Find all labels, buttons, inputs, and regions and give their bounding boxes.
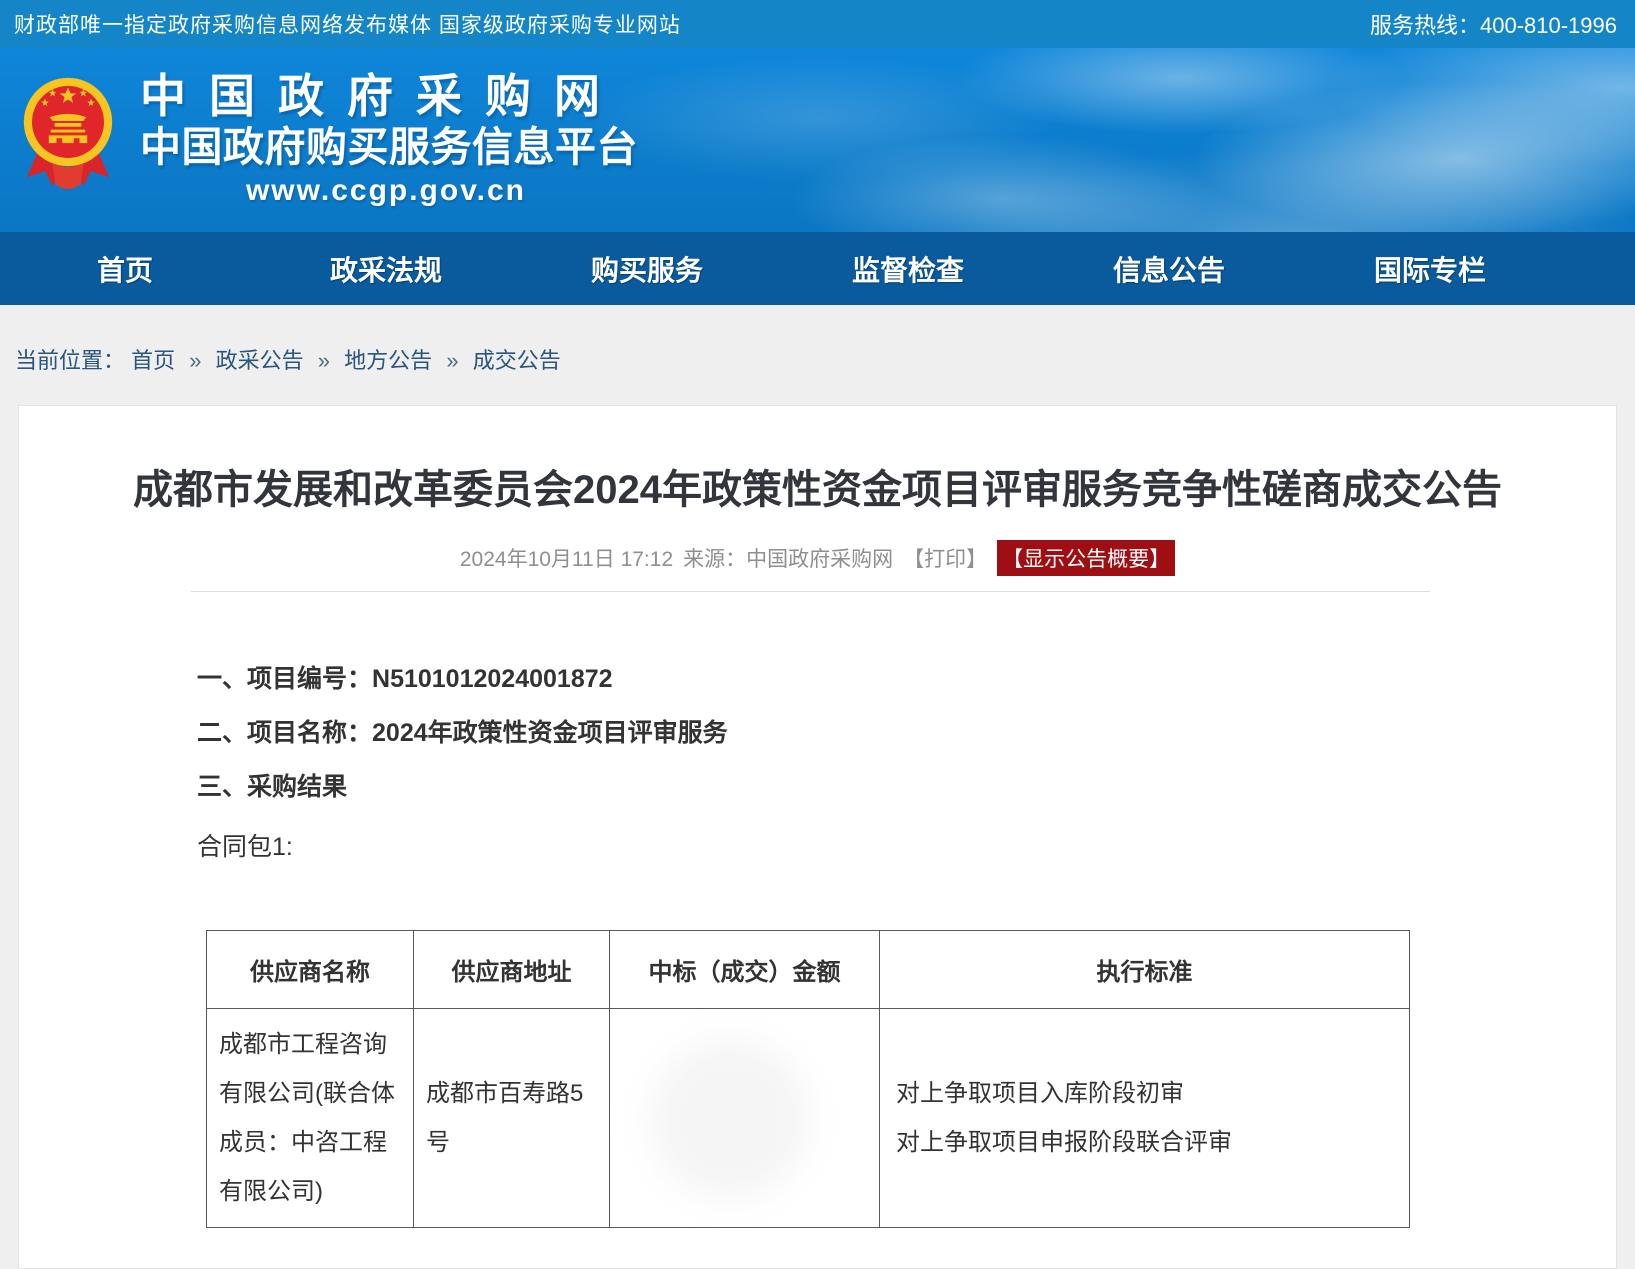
nav-item-home[interactable]: 首页 bbox=[68, 249, 182, 289]
project-name-value: 2024年政策性资金项目评审服务 bbox=[372, 719, 728, 747]
standard-line-1: 对上争取项目入库阶段初审 bbox=[896, 1069, 1393, 1118]
national-emblem-icon bbox=[20, 70, 116, 197]
header-text-block: 中国政府采购网 中国政府购买服务信息平台 www.ccgp.gov.cn bbox=[140, 70, 638, 208]
site-slogan: 财政部唯一指定政府采购信息网络发布媒体 国家级政府采购专业网站 bbox=[14, 9, 681, 39]
project-number-value: N5101012024001872 bbox=[372, 665, 613, 693]
nav-item-purchase-services[interactable]: 购买服务 bbox=[590, 249, 704, 289]
breadcrumb-separator: » bbox=[189, 348, 201, 373]
project-name-line: 二、项目名称：2024年政策性资金项目评审服务 bbox=[197, 718, 1616, 748]
main-navigation: 首页 政采法规 购买服务 监督检查 信息公告 国际专栏 bbox=[0, 232, 1635, 305]
nav-item-international[interactable]: 国际专栏 bbox=[1373, 249, 1487, 289]
col-header-supplier-name: 供应商名称 bbox=[207, 931, 414, 1009]
platform-name: 中国政府购买服务信息平台 bbox=[140, 123, 638, 171]
cell-supplier-address: 成都市百寿路5号 bbox=[414, 1009, 610, 1228]
redaction-smudge bbox=[650, 1039, 810, 1199]
table-row: 成都市工程咨询有限公司(联合体成员：中咨工程有限公司) 成都市百寿路5号 对上争… bbox=[207, 1009, 1410, 1228]
article-meta: 2024年10月11日 17:12 来源：中国政府采购网 【打印】 【显示公告概… bbox=[19, 540, 1616, 576]
article-source: 来源：中国政府采购网 bbox=[683, 543, 893, 573]
article-container: 成都市发展和改革委员会2024年政策性资金项目评审服务竞争性磋商成交公告 202… bbox=[18, 405, 1617, 1269]
article-title: 成都市发展和改革委员会2024年政策性资金项目评审服务竞争性磋商成交公告 bbox=[19, 406, 1616, 514]
nav-item-regulations[interactable]: 政采法规 bbox=[329, 249, 443, 289]
article-body: 一、项目编号：N5101012024001872 二、项目名称：2024年政策性… bbox=[197, 664, 1616, 864]
site-header: 中国政府采购网 中国政府购买服务信息平台 www.ccgp.gov.cn bbox=[0, 48, 1635, 232]
procurement-result-heading: 三、采购结果 bbox=[197, 772, 1616, 802]
col-header-standard: 执行标准 bbox=[880, 931, 1410, 1009]
nav-item-announcements[interactable]: 信息公告 bbox=[1112, 249, 1226, 289]
breadcrumb: 当前位置： 首页 » 政采公告 » 地方公告 » 成交公告 bbox=[0, 305, 1635, 405]
breadcrumb-link-home[interactable]: 首页 bbox=[131, 348, 175, 373]
meta-divider bbox=[191, 591, 1430, 592]
cell-amount bbox=[610, 1009, 880, 1228]
table-header-row: 供应商名称 供应商地址 中标（成交）金额 执行标准 bbox=[207, 931, 1410, 1009]
result-table-wrap: 供应商名称 供应商地址 中标（成交）金额 执行标准 成都市工程咨询有限公司(联合… bbox=[206, 930, 1616, 1228]
print-button[interactable]: 【打印】 bbox=[903, 543, 987, 573]
service-hotline: 服务热线：400-810-1996 bbox=[1370, 8, 1617, 40]
breadcrumb-link-local[interactable]: 地方公告 bbox=[344, 348, 432, 373]
breadcrumb-label: 当前位置： bbox=[15, 348, 125, 373]
breadcrumb-link-zhengcai[interactable]: 政采公告 bbox=[216, 348, 304, 373]
col-header-amount: 中标（成交）金额 bbox=[610, 931, 880, 1009]
project-number-label: 一、项目编号： bbox=[197, 665, 372, 693]
top-strip: 财政部唯一指定政府采购信息网络发布媒体 国家级政府采购专业网站 服务热线：400… bbox=[0, 0, 1635, 48]
project-name-label: 二、项目名称： bbox=[197, 719, 372, 747]
nav-item-supervision[interactable]: 监督检查 bbox=[851, 249, 965, 289]
standard-line-2: 对上争取项目申报阶段联合评审 bbox=[896, 1118, 1393, 1167]
breadcrumb-link-deal[interactable]: 成交公告 bbox=[473, 348, 561, 373]
site-url: www.ccgp.gov.cn bbox=[140, 174, 632, 208]
breadcrumb-separator: » bbox=[446, 348, 458, 373]
cell-standard: 对上争取项目入库阶段初审 对上争取项目申报阶段联合评审 bbox=[880, 1009, 1410, 1228]
cell-supplier-name: 成都市工程咨询有限公司(联合体成员：中咨工程有限公司) bbox=[207, 1009, 414, 1228]
project-number-line: 一、项目编号：N5101012024001872 bbox=[197, 664, 1616, 694]
result-table: 供应商名称 供应商地址 中标（成交）金额 执行标准 成都市工程咨询有限公司(联合… bbox=[206, 930, 1410, 1228]
site-logo[interactable]: 中国政府采购网 中国政府购买服务信息平台 www.ccgp.gov.cn bbox=[20, 70, 638, 208]
contract-package-label: 合同包1: bbox=[197, 830, 1616, 864]
site-name: 中国政府采购网 bbox=[140, 70, 638, 122]
show-summary-button[interactable]: 【显示公告概要】 bbox=[997, 540, 1175, 576]
breadcrumb-separator: » bbox=[318, 348, 330, 373]
col-header-supplier-address: 供应商地址 bbox=[414, 931, 610, 1009]
publish-datetime: 2024年10月11日 17:12 bbox=[460, 543, 673, 573]
